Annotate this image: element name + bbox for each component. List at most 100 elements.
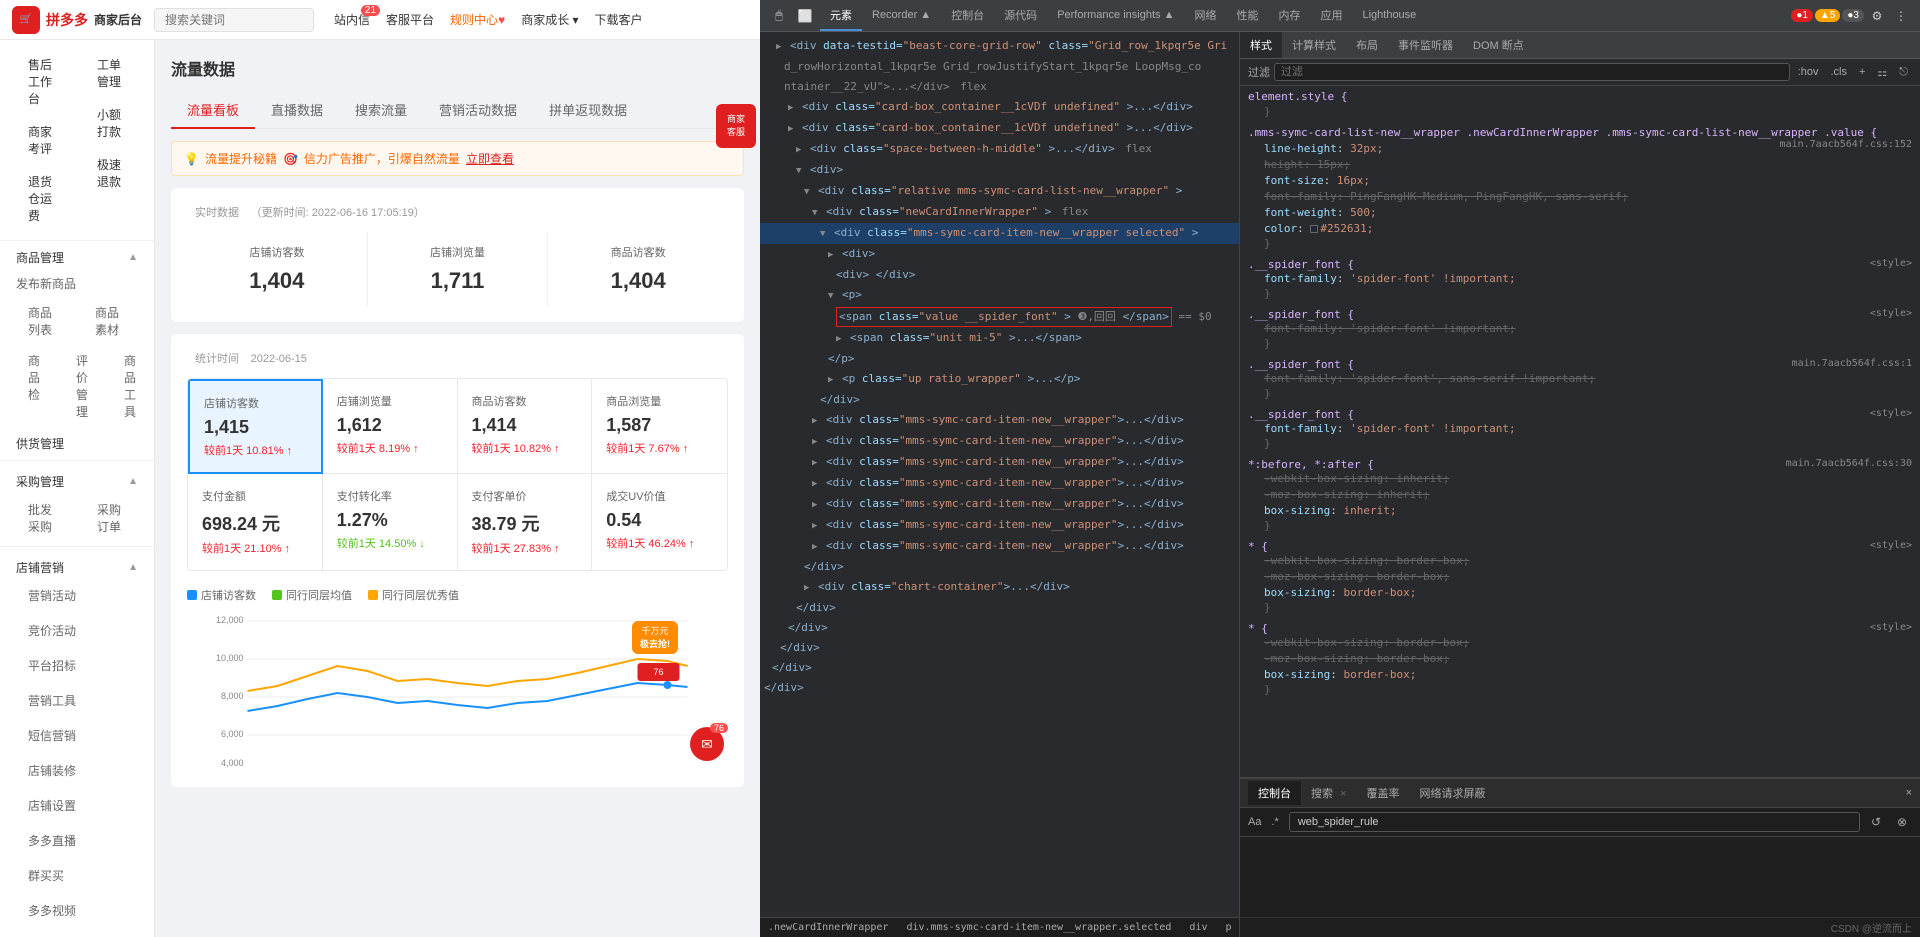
sidebar-section-products[interactable]: 商品管理 ▲: [0, 241, 154, 270]
stat-card-store-visitors[interactable]: 店铺访客数 1,415 较前1天 10.81%: [188, 379, 323, 474]
console-tab-coverage[interactable]: 覆盖率: [1357, 781, 1410, 805]
console-refresh-icon[interactable]: ↺: [1866, 812, 1886, 832]
dom-line-13[interactable]: ▼ <p>: [760, 285, 1239, 306]
merchant-service-button[interactable]: 商家客服: [716, 104, 756, 148]
sidebar-item-marketing-activity[interactable]: 营销活动: [12, 582, 92, 609]
console-clear-icon[interactable]: ⊗: [1892, 812, 1912, 832]
dom-line-24[interactable]: ▶ <div class="mms-symc-card-item-new__wr…: [760, 515, 1239, 536]
styles-cls-btn[interactable]: .cls: [1826, 64, 1851, 80]
sidebar-item-supply[interactable]: 供货管理: [0, 427, 154, 456]
dom-line-27[interactable]: ▶ <div class="chart-container">...</div>: [760, 577, 1239, 598]
sidebar-item-marketing-tools[interactable]: 营销工具: [12, 687, 92, 714]
sidebar-item-video[interactable]: 多多视频: [12, 897, 92, 924]
devtools-errors-badge[interactable]: ●1: [1791, 9, 1813, 22]
dom-line-1[interactable]: ▶ <div data-testid="beast-core-grid-row"…: [760, 36, 1239, 57]
dom-line-25[interactable]: ▶ <div class="mms-symc-card-item-new__wr…: [760, 536, 1239, 557]
dom-line-20[interactable]: ▶ <div class="mms-symc-card-item-new__wr…: [760, 431, 1239, 452]
sidebar-item-purchase-order[interactable]: 采购订单: [81, 496, 142, 540]
dom-line-14[interactable]: <span class="value __spider_font" > ❸,回回…: [760, 306, 1239, 328]
stat-card-avg-order[interactable]: 支付客单价 38.79 元 较前1天 27.83%: [458, 474, 593, 570]
devtools-inspect-icon[interactable]: 🖱: [768, 5, 790, 27]
sidebar-item-decoration[interactable]: 店铺装修: [12, 757, 92, 784]
devtools-tab-console[interactable]: 控制台: [941, 1, 994, 31]
sidebar-item-live[interactable]: 多多直播: [12, 827, 92, 854]
dom-line-11[interactable]: ▶ <div>: [760, 244, 1239, 265]
tab-live-data[interactable]: 直播数据: [255, 92, 339, 129]
sidebar-item-product-material[interactable]: 商品素材: [79, 299, 142, 343]
dom-line-3[interactable]: ntainer__22_vU">...</div> flex: [760, 77, 1239, 97]
dom-line-6[interactable]: ▶ <div class="space-between-h-middle" >.…: [760, 139, 1239, 160]
sidebar-item-fastrefund[interactable]: 极速退款: [81, 148, 142, 198]
promo-link[interactable]: 立即查看: [466, 150, 514, 167]
stat-card-conversion[interactable]: 支付转化率 1.27% 较前1天 14.50%: [323, 474, 458, 570]
sidebar-item-sms[interactable]: 短信营销: [12, 722, 92, 749]
sidebar-section-purchase[interactable]: 采购管理 ▲: [0, 465, 154, 494]
dom-line-2[interactable]: d_rowHorizontal_1kpqr5e Grid_rowJustifyS…: [760, 57, 1239, 77]
dom-line-4[interactable]: ▶ <div class="card-box_container__1cVDf …: [760, 97, 1239, 118]
dom-line-19[interactable]: ▶ <div class="mms-symc-card-item-new__wr…: [760, 410, 1239, 431]
nav-merchant-growth[interactable]: 商家成长 ▾: [521, 11, 578, 28]
sidebar-item-workorder[interactable]: 工单管理: [81, 48, 142, 98]
dom-highlighted-span[interactable]: <span class="value __spider_font" > ❸,回回…: [836, 307, 1172, 327]
sidebar-item-review-manage[interactable]: 评价管理: [60, 347, 104, 425]
stat-card-product-views[interactable]: 商品浏览量 1,587 较前1天 7.67%: [592, 379, 727, 474]
dom-line-26[interactable]: </div>: [760, 557, 1239, 577]
dom-line-21[interactable]: ▶ <div class="mms-symc-card-item-new__wr…: [760, 452, 1239, 473]
sidebar-item-work[interactable]: 售后工作台: [12, 48, 73, 115]
devtools-tab-performance[interactable]: 性能: [1226, 1, 1268, 31]
nav-download[interactable]: 下载客户: [595, 11, 643, 28]
top-seller-badge[interactable]: 千万元极去抢!: [632, 621, 678, 654]
dom-line-28[interactable]: </div>: [760, 598, 1239, 618]
devtools-tab-memory[interactable]: 内存: [1268, 1, 1310, 31]
dom-line-30[interactable]: </div>: [760, 638, 1239, 658]
dom-line-17[interactable]: ▶ <p class="up ratio_wrapper" >...</p>: [760, 369, 1239, 390]
sidebar-item-settings[interactable]: 店铺设置: [12, 792, 92, 819]
dom-line-7[interactable]: ▼ <div>: [760, 160, 1239, 181]
dom-line-15[interactable]: ▶ <span class="unit mi-5" >...</span>: [760, 328, 1239, 349]
console-tab-search-close[interactable]: ×: [1340, 788, 1346, 800]
devtools-tab-lighthouse[interactable]: Lighthouse: [1352, 3, 1426, 29]
sidebar-item-product-list[interactable]: 商品列表: [12, 299, 75, 343]
dom-line-31[interactable]: </div>: [760, 658, 1239, 678]
dom-line-8[interactable]: ▼ <div class="relative mms-symc-card-lis…: [760, 181, 1239, 202]
tab-traffic-board[interactable]: 流量看板: [171, 92, 255, 129]
devtools-settings-icon[interactable]: ⚙: [1866, 5, 1888, 27]
dom-line-29[interactable]: </div>: [760, 618, 1239, 638]
sidebar-item-smallpay[interactable]: 小额打款: [81, 98, 142, 148]
dom-line-18[interactable]: </div>: [760, 390, 1239, 410]
nav-station-message[interactable]: 站内信 21: [334, 11, 370, 28]
styles-filter-input[interactable]: [1274, 63, 1790, 81]
styles-tab-computed[interactable]: 计算样式: [1282, 32, 1346, 58]
sidebar-item-bidding[interactable]: 竞价活动: [12, 617, 92, 644]
devtools-tab-network[interactable]: 网络: [1184, 1, 1226, 31]
sidebar-item-discount[interactable]: 满额优惠: [12, 932, 92, 937]
sidebar-item-product-check[interactable]: 商品检: [12, 347, 56, 425]
devtools-device-icon[interactable]: ⬜: [794, 5, 816, 27]
close-console-icon[interactable]: ×: [1906, 787, 1912, 799]
sidebar-item-return[interactable]: 退货仓运费: [12, 165, 73, 232]
devtools-tab-application[interactable]: 应用: [1310, 1, 1352, 31]
dom-line-23[interactable]: ▶ <div class="mms-symc-card-item-new__wr…: [760, 494, 1239, 515]
sidebar-item-groupbuy[interactable]: 群买买: [12, 862, 80, 889]
styles-escape-icon[interactable]: ⎋: [1895, 64, 1912, 81]
console-tab-network-block[interactable]: 网络请求屏蔽: [1410, 781, 1496, 805]
console-tab-search[interactable]: 搜索 ×: [1301, 781, 1357, 805]
tab-search-traffic[interactable]: 搜索流量: [339, 92, 423, 129]
console-search-input[interactable]: [1289, 812, 1860, 832]
stat-card-store-views[interactable]: 店铺浏览量 1,612 较前1天 8.19%: [323, 379, 458, 474]
styles-tab-dom-breakpoints[interactable]: DOM 断点: [1463, 32, 1534, 58]
styles-tab-layout[interactable]: 布局: [1346, 32, 1388, 58]
sidebar-item-wholesale[interactable]: 批发采购: [12, 496, 73, 540]
devtools-more-icon[interactable]: ⋮: [1890, 5, 1912, 27]
sidebar-item-platform-bidding[interactable]: 平台招标: [12, 652, 92, 679]
dom-line-9[interactable]: ▼ <div class="newCardInnerWrapper" > fle…: [760, 202, 1239, 223]
sidebar-item-product-tools[interactable]: 商品工具: [108, 347, 152, 425]
sidebar-item-review[interactable]: 商家考评: [12, 115, 73, 165]
styles-tab-events[interactable]: 事件监听器: [1388, 32, 1463, 58]
tab-marketing-data[interactable]: 营销活动数据: [423, 92, 533, 129]
devtools-tab-source[interactable]: 源代码: [994, 1, 1047, 31]
dom-line-16[interactable]: </p>: [760, 349, 1239, 369]
sidebar-item-new-product[interactable]: 发布新商品: [0, 270, 154, 297]
devtools-tab-performance-insights[interactable]: Performance insights ▲: [1047, 3, 1184, 29]
styles-tab-styles[interactable]: 样式: [1240, 32, 1282, 58]
